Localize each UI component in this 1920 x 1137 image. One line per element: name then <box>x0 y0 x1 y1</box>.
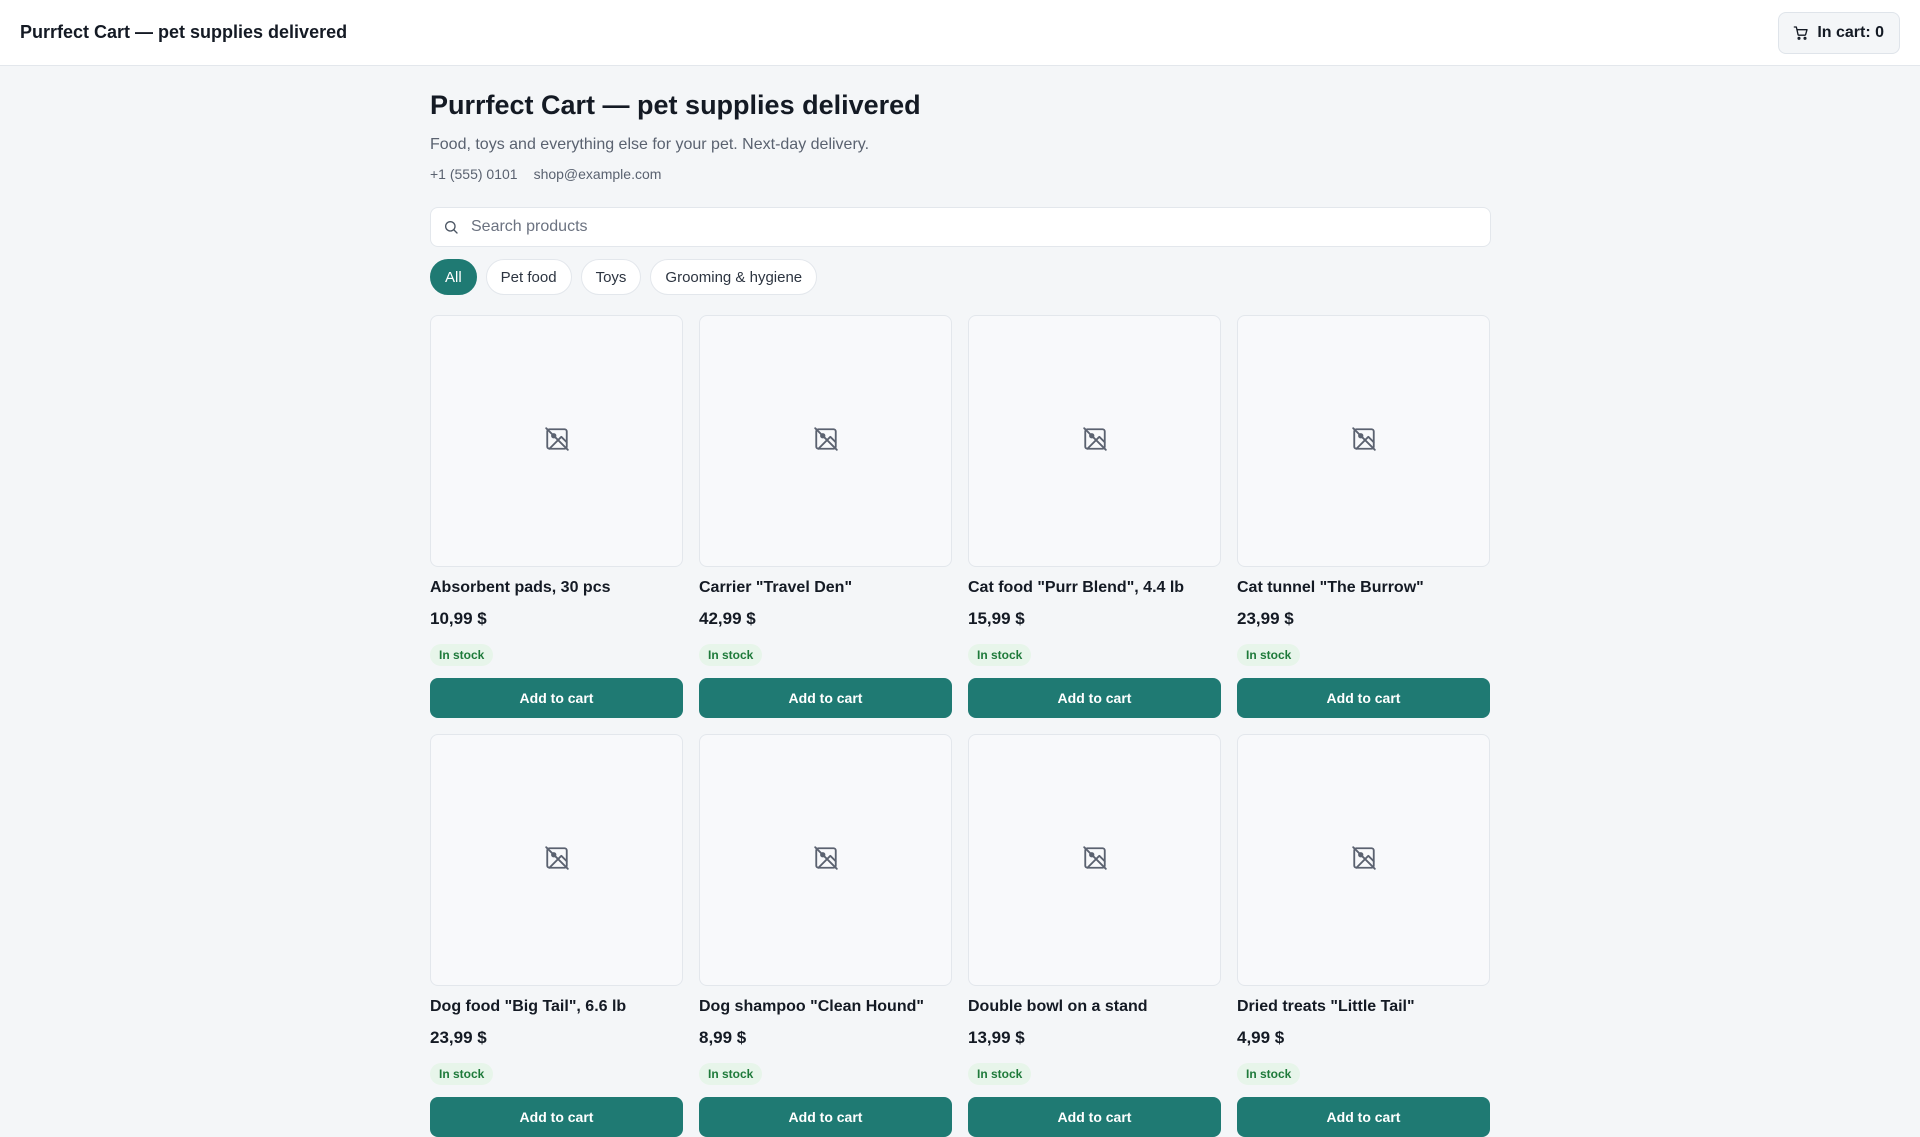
add-to-cart-button[interactable]: Add to cart <box>1237 1097 1490 1137</box>
product-card: Absorbent pads, 30 pcs 10,99 $ In stock Add… <box>430 315 683 718</box>
add-to-cart-button[interactable]: Add to cart <box>699 1097 952 1137</box>
image-unavailable-icon <box>813 426 839 457</box>
image-unavailable-icon <box>544 426 570 457</box>
search-icon <box>443 219 459 240</box>
top-bar: Purrfect Cart — pet supplies delivered I… <box>0 0 1920 66</box>
product-name[interactable]: Cat tunnel "The Burrow" <box>1237 579 1424 597</box>
product-card: Dog shampoo "Clean Hound" 8,99 $ In stock A… <box>699 734 952 1137</box>
add-to-cart-button[interactable]: Add to cart <box>430 678 683 718</box>
product-grid: Absorbent pads, 30 pcs 10,99 $ In stock Add… <box>430 315 1490 1137</box>
product-price: 10,99 $ <box>430 609 487 628</box>
cart-icon <box>1793 25 1809 41</box>
product-name[interactable]: Dog food "Big Tail", 6.6 lb <box>430 998 626 1016</box>
product-price: 23,99 $ <box>1237 609 1294 628</box>
image-unavailable-icon <box>1351 426 1377 457</box>
product-card: Double bowl on a stand 13,99 $ In stock Add… <box>968 734 1221 1137</box>
filter-chip-all[interactable]: All <box>430 259 477 295</box>
image-unavailable-icon <box>1082 426 1108 457</box>
contact-info: +1 (555) 0101 shop@example.com <box>430 166 661 182</box>
stock-badge: In stock <box>699 644 763 666</box>
cart-count-label: In cart: 0 <box>1817 24 1884 41</box>
product-image[interactable] <box>430 315 683 567</box>
product-price: 4,99 $ <box>1237 1028 1285 1047</box>
page-title: Purrfect Cart — pet supplies delivered <box>430 90 921 120</box>
image-unavailable-icon <box>1082 845 1108 876</box>
product-image[interactable] <box>1237 315 1490 567</box>
product-name[interactable]: Carrier "Travel Den" <box>699 579 852 597</box>
product-image[interactable] <box>968 734 1221 986</box>
email-address[interactable]: shop@example.com <box>534 166 662 182</box>
stock-badge: In stock <box>1237 644 1301 666</box>
product-name[interactable]: Absorbent pads, 30 pcs <box>430 579 611 597</box>
product-name[interactable]: Double bowl on a stand <box>968 998 1148 1016</box>
stock-badge: In stock <box>968 644 1032 666</box>
filter-chip-grooming-hygiene[interactable]: Grooming & hygiene <box>650 259 818 295</box>
product-card: Cat food "Purr Blend", 4.4 lb 15,99 $ In s… <box>968 315 1221 718</box>
product-image[interactable] <box>699 315 952 567</box>
product-card: Carrier "Travel Den" 42,99 $ In stock Add t… <box>699 315 952 718</box>
stock-badge: In stock <box>430 1063 494 1085</box>
product-price: 15,99 $ <box>968 609 1025 628</box>
page-subtitle: Food, toys and everything else for your … <box>430 136 870 153</box>
stock-badge: In stock <box>430 644 494 666</box>
stock-badge: In stock <box>699 1063 763 1085</box>
product-image[interactable] <box>430 734 683 986</box>
brand-name[interactable]: Purrfect Cart — pet supplies delivered <box>20 22 347 43</box>
image-unavailable-icon <box>1351 845 1377 876</box>
stock-badge: In stock <box>1237 1063 1301 1085</box>
product-name[interactable]: Dog shampoo "Clean Hound" <box>699 998 924 1016</box>
product-price: 23,99 $ <box>430 1028 487 1047</box>
add-to-cart-button[interactable]: Add to cart <box>1237 678 1490 718</box>
product-name[interactable]: Dried treats "Little Tail" <box>1237 998 1415 1016</box>
add-to-cart-button[interactable]: Add to cart <box>968 1097 1221 1137</box>
stock-badge: In stock <box>968 1063 1032 1085</box>
product-price: 42,99 $ <box>699 609 756 628</box>
add-to-cart-button[interactable]: Add to cart <box>699 678 952 718</box>
filter-chip-toys[interactable]: Toys <box>580 259 642 295</box>
add-to-cart-button[interactable]: Add to cart <box>968 678 1221 718</box>
product-image[interactable] <box>968 315 1221 567</box>
phone-number[interactable]: +1 (555) 0101 <box>430 166 518 182</box>
product-name[interactable]: Cat food "Purr Blend", 4.4 lb <box>968 579 1184 597</box>
category-filters: All Pet food Toys Grooming & hygiene <box>430 259 818 295</box>
product-price: 13,99 $ <box>968 1028 1025 1047</box>
product-image[interactable] <box>699 734 952 986</box>
product-card: Cat tunnel "The Burrow" 23,99 $ In stock Ad… <box>1237 315 1490 718</box>
filter-chip-pet-food[interactable]: Pet food <box>485 259 572 295</box>
search-input[interactable] <box>471 208 1481 246</box>
add-to-cart-button[interactable]: Add to cart <box>430 1097 683 1137</box>
image-unavailable-icon <box>544 845 570 876</box>
product-card: Dried treats "Little Tail" 4,99 $ In stock… <box>1237 734 1490 1137</box>
product-card: Dog food "Big Tail", 6.6 lb 23,99 $ In sto… <box>430 734 683 1137</box>
product-price: 8,99 $ <box>699 1028 747 1047</box>
search-bar <box>430 207 1491 247</box>
cart-button[interactable]: In cart: 0 <box>1778 12 1900 54</box>
image-unavailable-icon <box>813 845 839 876</box>
product-image[interactable] <box>1237 734 1490 986</box>
